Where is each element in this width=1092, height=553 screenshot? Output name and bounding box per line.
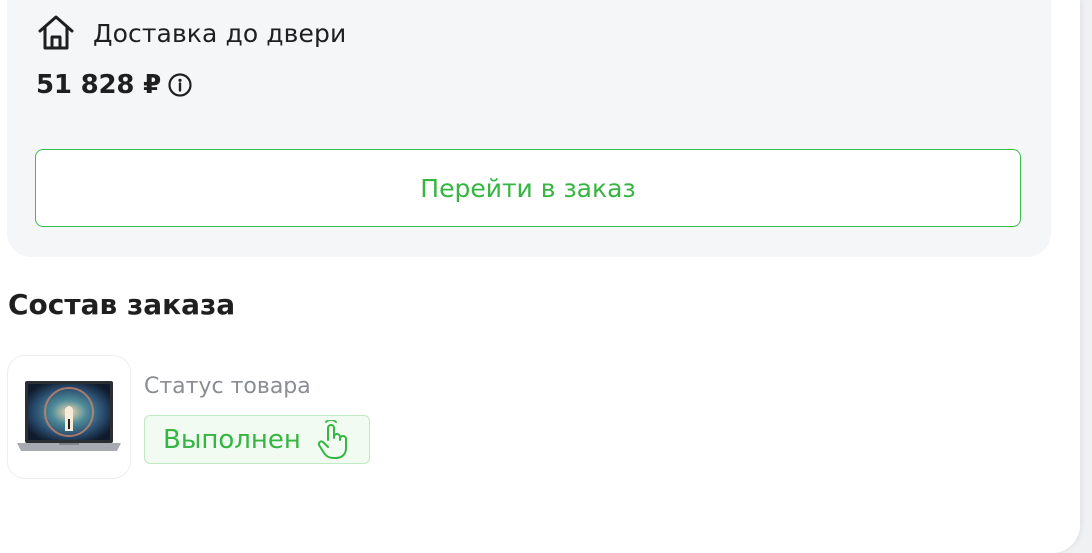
product-thumbnail[interactable] [7, 355, 131, 479]
price-row: 51 828 ₽ [36, 66, 193, 104]
section-title: Состав заказа [8, 288, 236, 321]
hand-pointer-icon [317, 419, 351, 460]
status-label: Статус товара [144, 374, 311, 399]
status-badge[interactable]: Выполнен [144, 415, 370, 464]
laptop-image [17, 381, 121, 451]
home-icon [36, 13, 76, 53]
order-price: 51 828 ₽ [36, 70, 162, 100]
page: Доставка до двери 51 828 ₽ Перейти в зак… [0, 0, 1080, 553]
status-value: Выполнен [163, 424, 301, 455]
delivery-label: Доставка до двери [93, 18, 347, 48]
info-icon[interactable] [167, 72, 193, 98]
delivery-row: Доставка до двери [36, 13, 346, 53]
goto-order-button[interactable]: Перейти в заказ [35, 149, 1021, 227]
